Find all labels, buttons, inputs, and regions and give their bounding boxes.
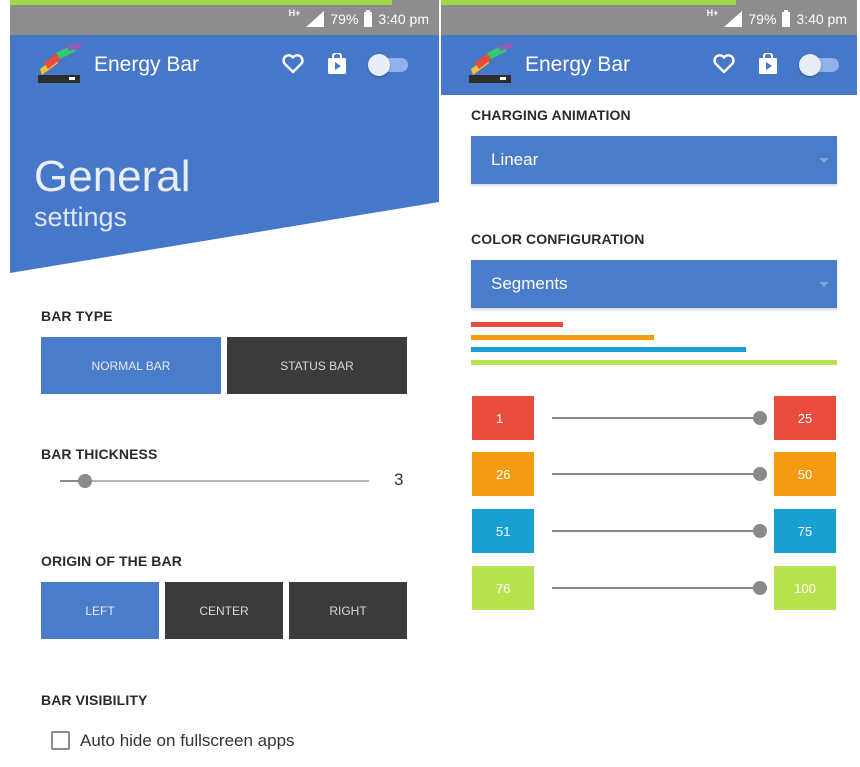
play-store-icon[interactable] (755, 51, 781, 77)
auto-hide-label: Auto hide on fullscreen apps (80, 731, 295, 750)
color-configuration-label: COLOR CONFIGURATION (471, 231, 645, 247)
app-bar-actions (280, 51, 410, 77)
origin-center-button[interactable]: CENTER (165, 582, 283, 639)
clock: 3:40 pm (796, 11, 847, 27)
chevron-down-icon (819, 158, 829, 163)
color-settings-screen: H+ 79% 3:40 pm Energy Bar CHARGING ANIMA… (441, 0, 857, 767)
color-configuration-dropdown[interactable]: Segments (471, 260, 837, 308)
slider-rail (60, 480, 369, 482)
battery-percent: 79% (330, 11, 359, 27)
app-title: Energy Bar (94, 53, 200, 76)
network-type: H+ (288, 8, 301, 18)
segment-4-slider[interactable] (552, 578, 767, 598)
status-bar-button[interactable]: STATUS BAR (227, 337, 407, 394)
auto-hide-checkbox[interactable] (51, 731, 70, 750)
heart-icon[interactable] (711, 51, 737, 77)
network-type: H+ (706, 8, 719, 18)
play-store-icon[interactable] (324, 51, 350, 77)
app-bar: Energy Bar (441, 35, 857, 95)
power-toggle[interactable] (368, 52, 410, 76)
heart-icon[interactable] (280, 51, 306, 77)
color-configuration-value: Segments (491, 274, 568, 293)
segment-2-slider[interactable] (552, 464, 767, 484)
general-settings-screen: H+ 79% 3:40 pm Energy Bar General settin… (10, 0, 439, 767)
battery-icon (782, 9, 791, 27)
segment-2-end[interactable]: 50 (774, 452, 836, 496)
status-indicators: H+ 79% 3:40 pm (288, 8, 429, 28)
charging-animation-value: Linear (491, 150, 539, 169)
preview-line-red (471, 322, 563, 327)
preview-line-blue (471, 347, 746, 352)
clock: 3:40 pm (378, 11, 429, 27)
segment-4-start[interactable]: 76 (472, 566, 534, 610)
preview-line-green (471, 360, 837, 365)
page-subtitle: settings (34, 202, 128, 232)
status-progress-bar (441, 0, 736, 5)
segment-4-end[interactable]: 100 (774, 566, 836, 610)
preview-line-orange (471, 335, 654, 340)
status-progress-bar (10, 0, 392, 5)
slider-fill (552, 587, 760, 589)
slider-knob[interactable] (753, 467, 767, 481)
segment-1-start[interactable]: 1 (472, 396, 534, 440)
slider-knob[interactable] (753, 524, 767, 538)
segment-3-start[interactable]: 51 (472, 509, 534, 553)
origin-label: ORIGIN OF THE BAR (41, 553, 182, 569)
app-bar-actions (711, 51, 841, 77)
segment-2-start[interactable]: 26 (472, 452, 534, 496)
app-title: Energy Bar (525, 53, 631, 76)
chevron-down-icon (819, 282, 829, 287)
battery-icon (364, 9, 373, 27)
segment-3-end[interactable]: 75 (774, 509, 836, 553)
slider-fill (552, 473, 760, 475)
signal-icon (724, 11, 743, 27)
slider-knob[interactable] (753, 581, 767, 595)
app-logo-icon (469, 43, 513, 83)
bar-thickness-slider[interactable] (60, 471, 369, 491)
segment-1-slider[interactable] (552, 408, 767, 428)
bar-thickness-value: 3 (394, 470, 404, 489)
charging-animation-label: CHARGING ANIMATION (471, 107, 631, 123)
origin-left-button[interactable]: LEFT (41, 582, 159, 639)
page-title: General (34, 152, 191, 201)
toggle-thumb (368, 54, 390, 76)
segment-3-slider[interactable] (552, 521, 767, 541)
battery-percent: 79% (748, 11, 777, 27)
power-toggle[interactable] (799, 52, 841, 76)
slider-fill (552, 417, 760, 419)
status-indicators: H+ 79% 3:40 pm (706, 8, 847, 28)
slider-knob[interactable] (78, 474, 92, 488)
segment-1-end[interactable]: 25 (774, 396, 836, 440)
status-bar: H+ 79% 3:40 pm (441, 0, 857, 35)
app-logo-icon (38, 43, 82, 83)
charging-animation-dropdown[interactable]: Linear (471, 136, 837, 184)
bar-type-label: BAR TYPE (41, 308, 113, 324)
slider-knob[interactable] (753, 411, 767, 425)
bar-thickness-label: BAR THICKNESS (41, 446, 158, 462)
origin-right-button[interactable]: RIGHT (289, 582, 407, 639)
toggle-thumb (799, 54, 821, 76)
status-bar: H+ 79% 3:40 pm (10, 0, 439, 35)
signal-icon (306, 11, 325, 27)
bar-visibility-label: BAR VISIBILITY (41, 692, 148, 708)
app-bar: Energy Bar (10, 35, 439, 95)
normal-bar-button[interactable]: NORMAL BAR (41, 337, 221, 394)
slider-fill (552, 530, 760, 532)
